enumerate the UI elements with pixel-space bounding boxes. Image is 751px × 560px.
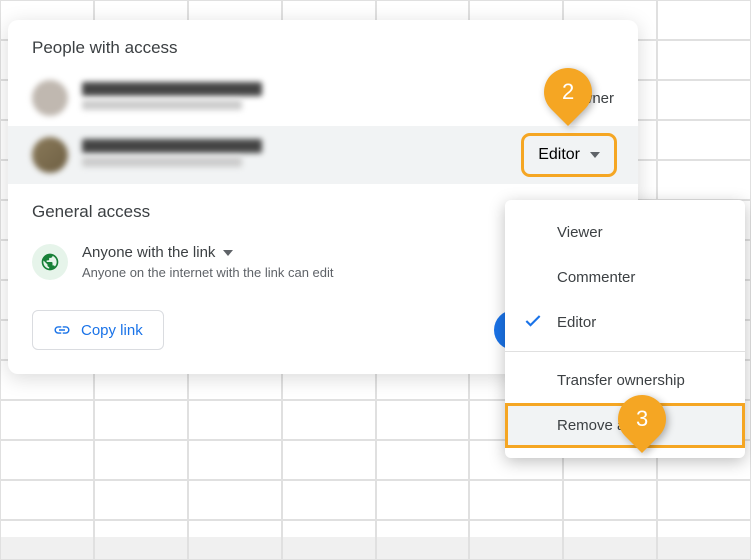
menu-item-transfer-ownership[interactable]: Transfer ownership <box>505 358 745 403</box>
role-label-editor: Editor <box>538 146 580 164</box>
copy-link-button[interactable]: Copy link <box>32 310 164 350</box>
chevron-down-icon <box>590 152 600 158</box>
person-info <box>82 139 524 171</box>
general-access-selector[interactable]: Anyone with the link <box>82 244 334 261</box>
person-info <box>82 82 540 114</box>
people-access-heading: People with access <box>8 20 638 70</box>
avatar <box>32 80 68 116</box>
menu-separator <box>505 351 745 352</box>
menu-item-viewer[interactable]: Viewer <box>505 210 745 255</box>
globe-icon <box>32 244 68 280</box>
avatar <box>32 137 68 173</box>
person-row-editor: Editor <box>8 126 638 184</box>
link-icon <box>53 321 71 339</box>
check-icon <box>523 311 543 335</box>
chevron-down-icon <box>223 250 233 256</box>
menu-item-editor[interactable]: Editor <box>505 300 745 345</box>
role-dropdown[interactable]: Editor <box>524 136 614 174</box>
menu-item-commenter[interactable]: Commenter <box>505 255 745 300</box>
general-access-subtitle: Anyone on the internet with the link can… <box>82 265 334 280</box>
